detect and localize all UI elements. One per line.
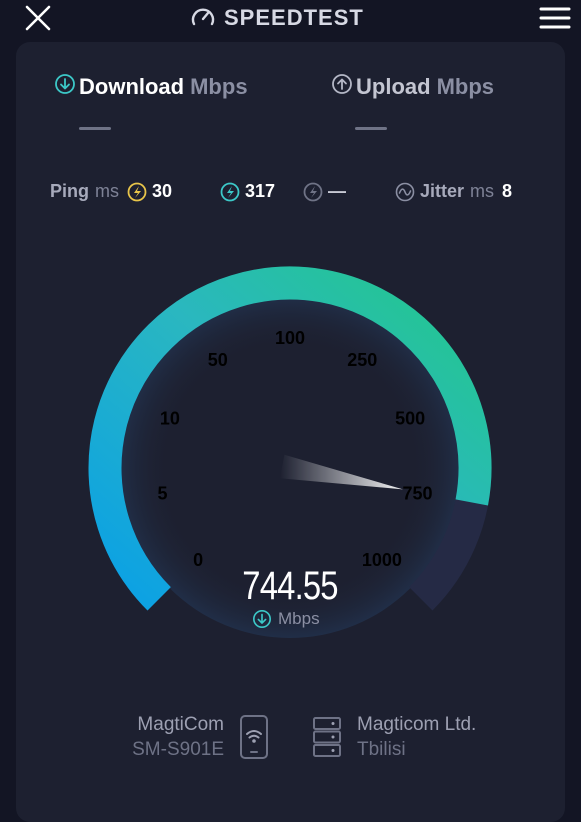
gauge-tick-label: 250 <box>347 350 377 370</box>
download-arrow-icon <box>253 610 271 628</box>
speed-gauge: 0 5 10 50 100 250 500 750 1000 <box>88 266 492 638</box>
gauge-tick-label: 750 <box>402 483 432 503</box>
phone-wifi-icon <box>240 715 268 759</box>
gauge-tick-label: 10 <box>160 408 180 428</box>
speed-unit-label: Mbps <box>278 609 320 628</box>
gauge-tick-label: 1000 <box>362 550 402 570</box>
gauge-tick-label: 5 <box>157 483 167 503</box>
gauge-tick-label: 0 <box>193 550 203 570</box>
server-name: Magticom Ltd. <box>357 714 477 735</box>
provider-name: MagtiCom <box>137 714 224 735</box>
device-model: SM-S901E <box>132 739 224 760</box>
gauge-tick-label: 100 <box>275 328 305 348</box>
server-city: Tbilisi <box>357 739 406 760</box>
provider-info: MagtiCom SM-S901E <box>100 712 224 762</box>
gauge-tick-label: 500 <box>395 408 425 428</box>
speed-unit: Mbps <box>252 609 320 629</box>
server-icon <box>313 717 341 757</box>
server-info[interactable]: Magticom Ltd. Tbilisi <box>357 712 476 762</box>
gauge-tick-label: 50 <box>208 350 228 370</box>
speed-value: 744.55 <box>242 564 338 608</box>
